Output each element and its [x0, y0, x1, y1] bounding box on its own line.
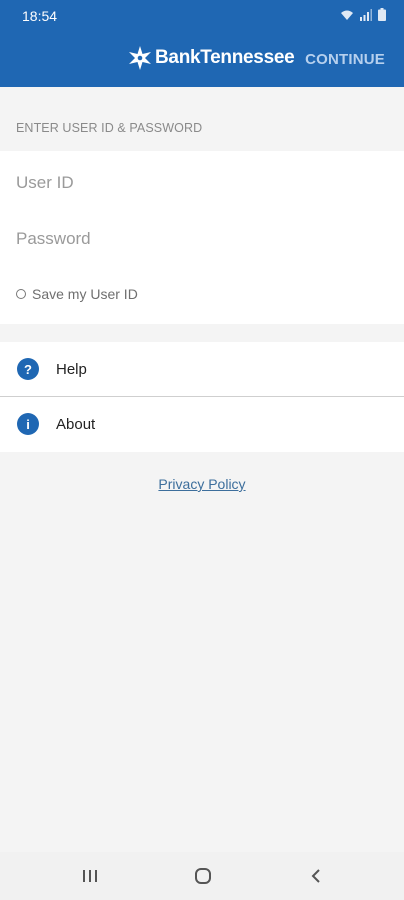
system-nav-bar	[0, 852, 404, 900]
status-bar: 18:54	[0, 0, 404, 32]
back-icon	[311, 869, 320, 883]
links-card: ? Help i About	[0, 342, 404, 452]
help-item[interactable]: ? Help	[0, 342, 404, 396]
wifi-icon	[341, 10, 353, 20]
home-button[interactable]	[183, 864, 223, 888]
save-user-id-label: Save my User ID	[32, 286, 138, 302]
save-user-id-radio[interactable]	[16, 289, 26, 299]
save-user-id-toggle[interactable]: Save my User ID	[16, 286, 138, 302]
status-time: 18:54	[22, 8, 58, 24]
battery-icon	[378, 8, 386, 21]
help-label: Help	[56, 360, 87, 378]
privacy-policy-link[interactable]: Privacy Policy	[158, 476, 245, 492]
continue-button[interactable]: CONTINUE	[305, 51, 385, 68]
about-item[interactable]: i About	[0, 397, 404, 451]
home-icon	[195, 868, 211, 884]
brand-name: BankTennessee	[155, 47, 295, 68]
brand-logo: BankTennessee	[127, 45, 295, 71]
info-icon: i	[17, 413, 39, 435]
recent-apps-button[interactable]	[70, 864, 110, 888]
privacy-policy-container: Privacy Policy	[0, 476, 404, 494]
back-button[interactable]	[296, 864, 336, 888]
recent-apps-icon	[83, 870, 97, 882]
star-logo-icon	[129, 46, 151, 70]
signal-icon	[360, 8, 372, 21]
about-label: About	[56, 415, 96, 433]
status-icons	[340, 8, 386, 21]
help-icon: ?	[17, 358, 39, 380]
app-bar: BankTennessee CONTINUE	[0, 32, 404, 87]
password-input[interactable]	[16, 227, 388, 251]
login-card: Save my User ID	[0, 151, 404, 324]
user-id-input[interactable]	[16, 171, 388, 195]
login-section-title: ENTER USER ID & PASSWORD	[16, 121, 203, 135]
